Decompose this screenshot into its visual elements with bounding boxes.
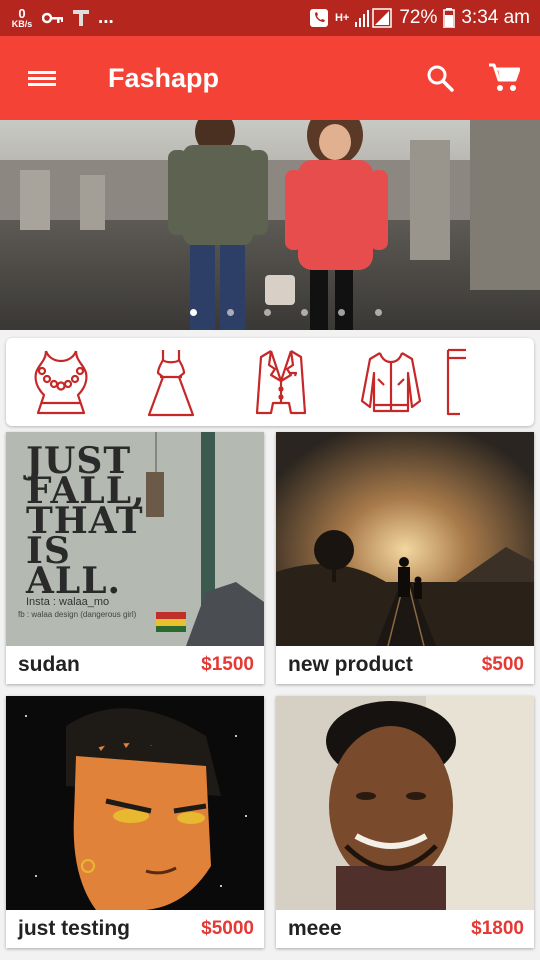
status-bar: 0 KB/s ... H+ 72% 3:34 am	[0, 0, 540, 36]
cart-icon[interactable]	[488, 63, 520, 93]
carousel-dot[interactable]	[264, 309, 271, 316]
battery-icon	[443, 8, 456, 28]
category-jewelry[interactable]	[6, 338, 116, 426]
app-title: Fashapp	[108, 62, 220, 93]
banner-image	[0, 120, 540, 330]
product-name: sudan	[18, 653, 80, 676]
carousel-dot[interactable]	[375, 309, 382, 316]
category-jackets[interactable]	[336, 338, 446, 426]
product-image-art	[276, 432, 534, 646]
more-notifications: ...	[98, 7, 114, 28]
category-strip[interactable]	[6, 338, 534, 426]
hamburger-icon	[28, 68, 56, 89]
product-image	[6, 696, 264, 910]
category-dresses[interactable]	[116, 338, 226, 426]
network-speed: 0 KB/s	[10, 7, 34, 29]
carousel-dot[interactable]	[338, 309, 345, 316]
call-icon	[309, 9, 328, 27]
key-icon	[42, 12, 63, 24]
product-price: $1800	[471, 918, 524, 939]
menu-button[interactable]	[0, 36, 84, 120]
product-card[interactable]: new product $500	[276, 432, 534, 684]
dress-icon	[147, 350, 195, 417]
t-app-icon	[73, 10, 89, 26]
clock: 3:34 am	[461, 7, 530, 28]
product-image: JUST FALL, THAT IS ALL. Insta : walaa_mo…	[6, 432, 264, 646]
necklace-icon	[34, 350, 88, 415]
bomber-jacket-icon	[360, 352, 422, 413]
image-credit: fb : walaa design (dangerous girl)	[18, 610, 137, 619]
network-speed-unit: KB/s	[11, 19, 33, 29]
carousel-dot[interactable]	[190, 309, 197, 316]
product-name: meee	[288, 917, 342, 940]
quote-line: ALL.	[26, 560, 122, 602]
carousel-indicators	[190, 309, 382, 316]
product-image-art	[276, 696, 534, 910]
signal-icon	[355, 8, 393, 28]
category-suits[interactable]	[226, 338, 336, 426]
carousel-dot[interactable]	[301, 309, 308, 316]
suit-jacket-icon	[255, 350, 307, 415]
product-name: new product	[288, 653, 413, 676]
product-image	[276, 696, 534, 910]
product-info: new product $500	[276, 646, 534, 684]
pants-icon	[446, 348, 466, 416]
product-price: $1500	[201, 654, 254, 675]
product-price: $5000	[201, 918, 254, 939]
image-credit: Insta : walaa_mo	[26, 596, 110, 608]
battery-percent: 72%	[399, 7, 438, 28]
product-price: $500	[481, 654, 524, 675]
banner-carousel[interactable]	[0, 120, 540, 330]
carousel-dot[interactable]	[227, 309, 234, 316]
category-pants[interactable]	[446, 338, 476, 426]
product-card[interactable]: just testing $5000	[6, 696, 264, 948]
product-image-art	[6, 696, 264, 910]
app-bar: Fashapp	[0, 36, 540, 120]
product-image	[276, 432, 534, 646]
product-card[interactable]: JUST FALL, THAT IS ALL. Insta : walaa_mo…	[6, 432, 264, 684]
product-card[interactable]: meee $1800	[276, 696, 534, 948]
network-type: H+	[334, 12, 350, 24]
product-info: sudan $1500	[6, 646, 264, 684]
search-icon[interactable]	[426, 64, 454, 92]
product-name: just testing	[18, 917, 131, 940]
product-info: just testing $5000	[6, 910, 264, 948]
image-quote: JUST FALL, THAT IS ALL.	[26, 443, 146, 602]
product-info: meee $1800	[276, 910, 534, 948]
